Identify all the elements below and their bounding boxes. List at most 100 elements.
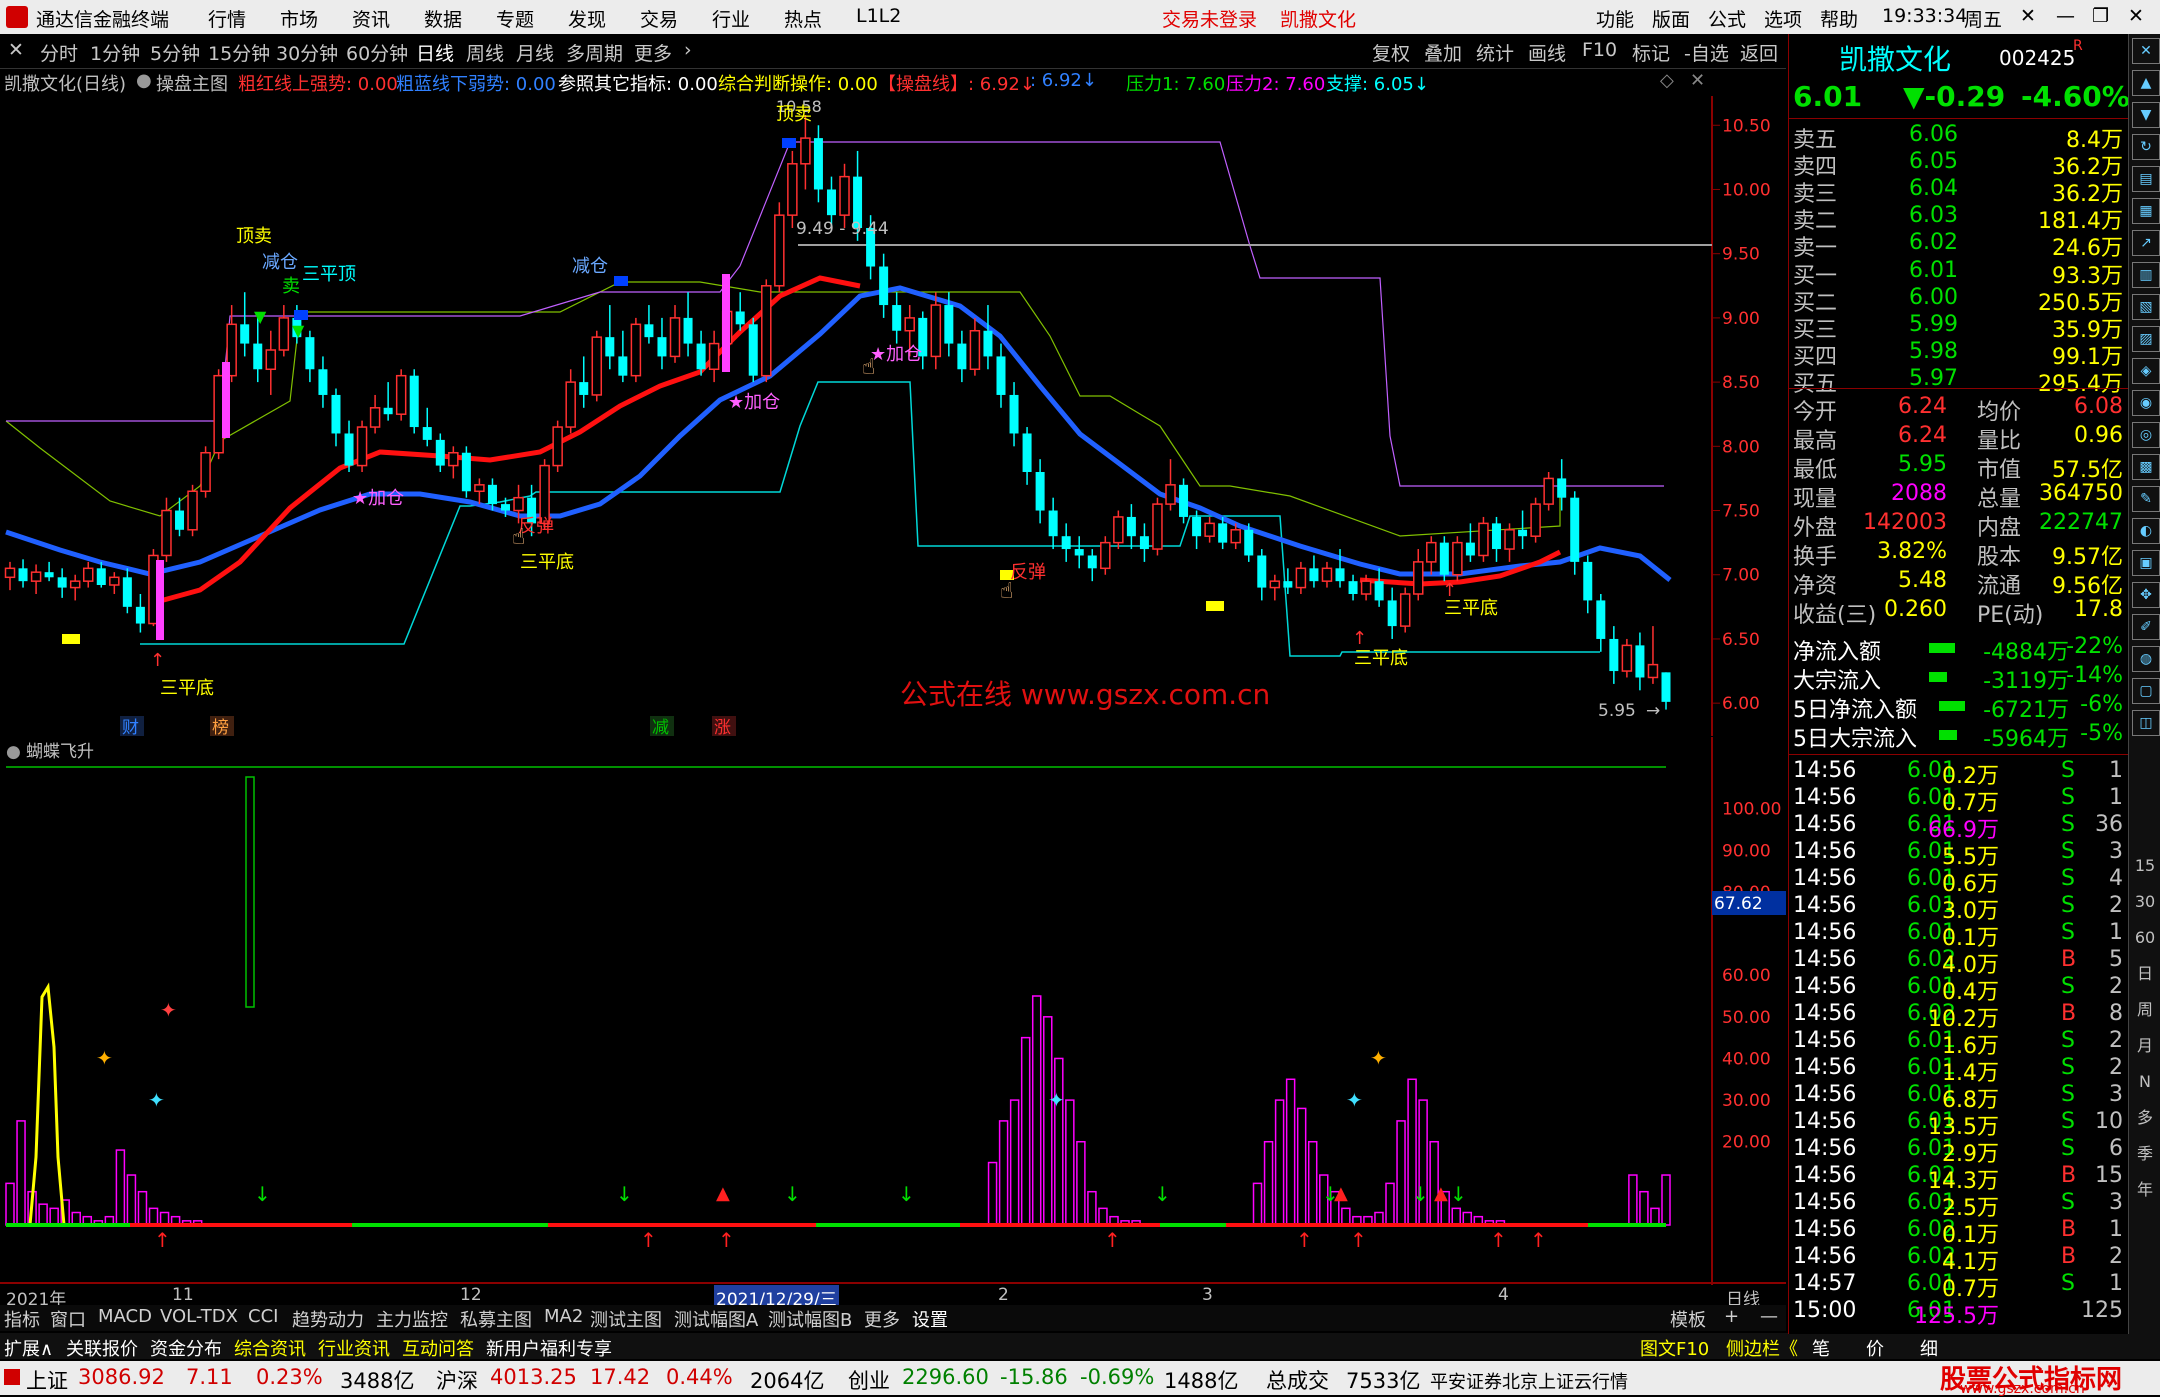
login-status[interactable]: 交易未登录	[1162, 5, 1257, 32]
tab-bi[interactable]: 笔	[1812, 1335, 1830, 1361]
side-period-icon[interactable]: 月	[2132, 1034, 2158, 1058]
side-tool-icon[interactable]: ✐	[2132, 614, 2160, 640]
tab-tuwenf10[interactable]: 图文F10	[1640, 1335, 1709, 1361]
tab-zijinfenbu[interactable]: 资金分布	[150, 1335, 222, 1361]
side-tool-icon[interactable]: ▨	[2132, 326, 2160, 352]
tab-chuangkou[interactable]: 窗口	[50, 1306, 86, 1332]
period-close-icon[interactable]: ✕	[8, 39, 24, 61]
tab-ma2[interactable]: MA2	[544, 1306, 583, 1327]
minimize-icon[interactable]: —	[2056, 5, 2075, 27]
close-icon[interactable]: ✕	[2128, 5, 2144, 27]
event-tag-cai[interactable]: 财	[122, 718, 139, 736]
tab-qushidongli[interactable]: 趋势动力	[292, 1306, 364, 1332]
side-tool-icon[interactable]: ▥	[2132, 262, 2160, 288]
side-tool-icon[interactable]: ◎	[2132, 422, 2160, 448]
menu-hangqing[interactable]: 行情	[208, 5, 246, 32]
menu-bangzhu[interactable]: 帮助	[1820, 5, 1858, 32]
bid-price[interactable]: 5.99	[1909, 312, 1958, 337]
period-15min[interactable]: 15分钟	[208, 39, 270, 66]
tab-vol-tdx[interactable]: VOL-TDX	[160, 1306, 238, 1327]
menu-shichang[interactable]: 市场	[280, 5, 318, 32]
template-button[interactable]: 模板	[1670, 1306, 1706, 1332]
tab-xinyonghu[interactable]: 新用户福利专享	[486, 1335, 612, 1361]
side-tool-icon[interactable]: ▩	[2132, 454, 2160, 480]
tool-fuquan[interactable]: 复权	[1372, 39, 1410, 66]
side-tool-icon[interactable]: ↗	[2132, 230, 2160, 256]
tab-cebianlan[interactable]: 侧边栏《	[1726, 1335, 1798, 1361]
tab-ceshizhutu[interactable]: 测试主图	[590, 1306, 662, 1332]
tab-shezhi[interactable]: 设置	[912, 1306, 948, 1332]
side-tool-icon[interactable]: ✎	[2132, 486, 2160, 512]
side-period-icon[interactable]: N	[2132, 1070, 2158, 1094]
side-tool-icon[interactable]: ▦	[2132, 198, 2160, 224]
event-tag-zhang[interactable]: 涨	[714, 718, 731, 736]
tab-macd[interactable]: MACD	[98, 1306, 152, 1327]
ask-price[interactable]: 6.03	[1909, 203, 1958, 228]
period-fenshi[interactable]: 分时	[40, 39, 78, 66]
period-1min[interactable]: 1分钟	[90, 39, 140, 66]
tool-zixuan[interactable]: -自选	[1684, 39, 1729, 66]
bid-price[interactable]: 5.98	[1909, 339, 1958, 364]
side-tool-icon[interactable]: ▤	[2132, 166, 2160, 192]
tool-biaoji[interactable]: 标记	[1632, 39, 1670, 66]
tool-fanhui[interactable]: 返回	[1740, 39, 1778, 66]
index-name[interactable]: 沪深	[436, 1365, 478, 1395]
side-tool-icon[interactable]: ▣	[2132, 550, 2160, 576]
add-icon[interactable]: +	[1724, 1306, 1739, 1327]
side-tool-icon[interactable]: ◈	[2132, 358, 2160, 384]
tab-hangyezixun[interactable]: 行业资讯	[318, 1335, 390, 1361]
period-more[interactable]: 更多	[634, 39, 672, 66]
sub-indicator-name[interactable]: 蝴蝶飞升	[26, 742, 94, 762]
menu-gongneng[interactable]: 功能	[1596, 5, 1634, 32]
side-period-icon[interactable]: 多	[2132, 1106, 2158, 1130]
side-period-icon[interactable]: 周	[2132, 998, 2158, 1022]
index-name[interactable]: 创业	[848, 1365, 890, 1395]
tab-ceshifutub[interactable]: 测试幅图B	[768, 1306, 852, 1332]
tab-ceshifutua[interactable]: 测试幅图A	[674, 1306, 758, 1332]
bid-price[interactable]: 6.00	[1909, 285, 1958, 310]
tool-diejia[interactable]: 叠加	[1424, 39, 1462, 66]
menu-shuju[interactable]: 数据	[424, 5, 462, 32]
menu-hangye[interactable]: 行业	[712, 5, 750, 32]
tab-zhulijiankong[interactable]: 主力监控	[376, 1306, 448, 1332]
side-tool-icon[interactable]: ▼	[2132, 102, 2160, 128]
diamond-icon[interactable]: ◇	[1660, 70, 1674, 91]
side-tool-icon[interactable]: ✥	[2132, 582, 2160, 608]
ask-price[interactable]: 6.04	[1909, 176, 1958, 201]
side-period-icon[interactable]: 60	[2132, 926, 2158, 950]
menu-faxian[interactable]: 发现	[568, 5, 606, 32]
menu-zhuanti[interactable]: 专题	[496, 5, 534, 32]
restore-icon[interactable]: ❐	[2092, 5, 2109, 27]
period-30min[interactable]: 30分钟	[276, 39, 338, 66]
side-tool-icon[interactable]: ▲	[2132, 70, 2160, 96]
period-daily[interactable]: 日线	[416, 39, 454, 66]
tab-zhibiao[interactable]: 指标	[4, 1306, 40, 1332]
side-tool-icon[interactable]: ✕	[2132, 38, 2160, 64]
tab-zonghezixun[interactable]: 综合资讯	[234, 1335, 306, 1361]
close-window-icon[interactable]: ✕	[2020, 5, 2036, 27]
side-tool-icon[interactable]: ◫	[2132, 710, 2160, 736]
index-name[interactable]: 上证	[26, 1365, 68, 1395]
side-tool-icon[interactable]: ▢	[2132, 678, 2160, 704]
tab-gengduo[interactable]: 更多	[864, 1306, 900, 1332]
ask-price[interactable]: 6.05	[1909, 149, 1958, 174]
side-tool-icon[interactable]: ◉	[2132, 390, 2160, 416]
side-tool-icon[interactable]: ▧	[2132, 294, 2160, 320]
tab-kuozhan[interactable]: 扩展∧	[4, 1335, 53, 1361]
ask-price[interactable]: 6.06	[1909, 122, 1958, 147]
event-tag-jian[interactable]: 减	[652, 718, 669, 736]
tab-jia[interactable]: 价	[1866, 1335, 1884, 1361]
menu-xuanxiang[interactable]: 选项	[1764, 5, 1802, 32]
side-period-icon[interactable]: 30	[2132, 890, 2158, 914]
period-60min[interactable]: 60分钟	[346, 39, 408, 66]
close-indicator-icon[interactable]: ✕	[1690, 70, 1705, 91]
ask-price[interactable]: 6.02	[1909, 230, 1958, 255]
minus-icon[interactable]: —	[1760, 1306, 1778, 1327]
tab-xi[interactable]: 细	[1920, 1335, 1938, 1361]
period-monthly[interactable]: 月线	[516, 39, 554, 66]
side-tool-icon[interactable]: ↻	[2132, 134, 2160, 160]
menu-zixun[interactable]: 资讯	[352, 5, 390, 32]
tab-guanlianbaojia[interactable]: 关联报价	[66, 1335, 138, 1361]
menu-l1l2[interactable]: L1L2	[856, 5, 901, 27]
period-weekly[interactable]: 周线	[466, 39, 504, 66]
